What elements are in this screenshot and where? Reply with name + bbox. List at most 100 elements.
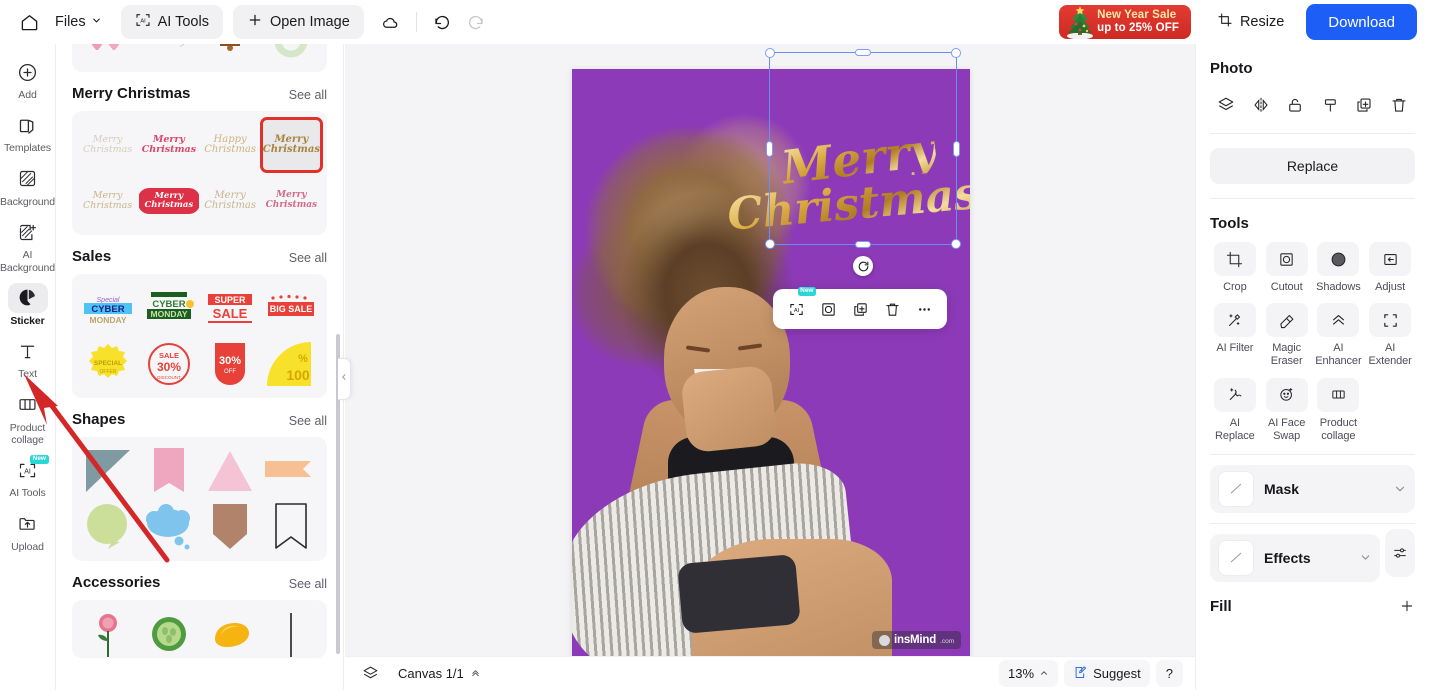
rotate-handle[interactable] <box>853 256 873 276</box>
tool-ai-extender[interactable]: AI Extender <box>1365 303 1415 373</box>
resize-handle-left-center[interactable] <box>766 140 773 157</box>
list-item[interactable] <box>139 445 198 497</box>
files-menu[interactable]: Files <box>46 8 111 36</box>
effects-row[interactable]: Effects <box>1210 533 1380 582</box>
cloud-sync-icon[interactable] <box>374 5 408 39</box>
list-item[interactable]: 30% OFF <box>201 338 260 390</box>
resize-handle-bottom-center[interactable] <box>855 241 871 248</box>
list-item[interactable] <box>139 608 198 658</box>
sidebar-item-ai-tools[interactable]: AI New AI Tools <box>1 452 55 503</box>
home-icon[interactable] <box>12 5 46 39</box>
chevron-down-icon[interactable] <box>1359 551 1372 564</box>
sidebar-item-add[interactable]: Add <box>1 54 55 105</box>
sidebar-item-sticker[interactable]: Sticker <box>1 280 55 331</box>
list-item[interactable]: SALE 30% DISCOUNT <box>139 338 198 390</box>
resize-handle-top-left[interactable] <box>765 48 775 58</box>
list-item[interactable] <box>201 445 260 497</box>
layers-icon[interactable] <box>1212 91 1240 119</box>
list-item[interactable] <box>78 608 137 658</box>
delete-button[interactable] <box>877 294 907 324</box>
list-item[interactable]: % 100 <box>262 338 321 390</box>
see-all-sales[interactable]: See all <box>289 251 327 265</box>
list-item[interactable]: Merry Christmas <box>78 175 137 227</box>
list-item[interactable] <box>78 501 137 553</box>
download-button[interactable]: Download <box>1306 4 1417 40</box>
list-item[interactable] <box>78 445 137 497</box>
see-all-merry-christmas[interactable]: See all <box>289 88 327 102</box>
list-item[interactable]: Special CYBER MONDAY <box>78 282 137 334</box>
replace-button[interactable]: Replace <box>1210 148 1415 184</box>
tool-ai-filter[interactable]: AI Filter <box>1210 303 1260 373</box>
duplicate-icon[interactable] <box>1350 91 1378 119</box>
list-item[interactable] <box>201 501 260 553</box>
new-year-sale-banner[interactable]: New Year Sale up to 25% OFF <box>1059 5 1191 39</box>
flip-icon[interactable] <box>1247 91 1275 119</box>
list-item[interactable]: Merry Christmas <box>262 175 321 227</box>
redo-icon[interactable] <box>459 5 493 39</box>
list-item[interactable]: Merry Christmas <box>139 175 199 227</box>
tool-magic-eraser[interactable]: Magic Eraser <box>1262 303 1312 373</box>
mask-section[interactable]: Mask <box>1210 464 1415 513</box>
tool-ai-replace[interactable]: AI Replace <box>1210 377 1260 448</box>
cutout-button[interactable] <box>813 294 843 324</box>
layers-icon[interactable] <box>357 661 383 687</box>
list-item[interactable] <box>262 608 321 658</box>
panel-collapse-button[interactable] <box>338 358 351 400</box>
see-all-accessories[interactable]: See all <box>289 577 327 591</box>
list-item[interactable] <box>262 501 321 553</box>
sliders-icon[interactable] <box>1385 528 1415 577</box>
plus-icon[interactable] <box>1399 598 1415 614</box>
list-item[interactable] <box>201 608 260 658</box>
tool-shadows[interactable]: Shadows <box>1314 242 1364 299</box>
chevron-down-icon[interactable] <box>1393 482 1407 496</box>
selection-frame[interactable] <box>765 48 961 276</box>
list-item-selected[interactable]: Merry Christmas <box>259 117 324 173</box>
undo-icon[interactable] <box>425 5 459 39</box>
sidebar-item-background[interactable]: Background <box>0 161 55 212</box>
lock-icon[interactable] <box>1281 91 1309 119</box>
resize-handle-top-right[interactable] <box>951 48 961 58</box>
sidebar-item-templates[interactable]: Templates <box>1 107 55 158</box>
list-item[interactable]: Merry Christmas <box>201 175 260 227</box>
resize-button[interactable]: Resize <box>1205 5 1296 39</box>
resize-handle-bottom-right[interactable] <box>951 239 961 249</box>
ai-tools-button[interactable]: AI New <box>781 287 816 324</box>
list-item[interactable] <box>262 44 321 66</box>
list-item[interactable]: SPECIAL OFFER <box>78 338 137 390</box>
resize-handle-top-center[interactable] <box>855 49 871 56</box>
list-item[interactable] <box>139 501 198 553</box>
sidebar-item-upload[interactable]: Upload <box>1 506 55 557</box>
tool-product-collage[interactable]: Product collage <box>1314 377 1364 448</box>
list-item[interactable]: Merry Christmas <box>78 119 137 171</box>
tool-cutout[interactable]: Cutout <box>1262 242 1312 299</box>
tool-ai-face-swap[interactable]: AI Face Swap <box>1262 377 1312 448</box>
list-item[interactable]: Merry <box>139 44 198 66</box>
resize-handle-right-center[interactable] <box>953 140 960 157</box>
tool-ai-enhancer[interactable]: AI Enhancer <box>1314 303 1364 373</box>
trash-icon[interactable] <box>1385 91 1413 119</box>
canvas-area[interactable]: Merry Christmas insMind .com AI New <box>345 44 1195 690</box>
ai-tools-button[interactable]: AI AI Tools <box>120 5 223 39</box>
sidebar-item-product-collage[interactable]: Product collage <box>1 387 55 451</box>
zoom-control[interactable]: 13% <box>999 660 1059 687</box>
list-item[interactable]: Happy Christmas <box>201 119 260 171</box>
list-item[interactable]: BIG SALE <box>262 282 321 334</box>
see-all-shapes[interactable]: See all <box>289 414 327 428</box>
duplicate-button[interactable] <box>845 294 875 324</box>
list-item[interactable]: CYBER MONDAY <box>139 282 198 334</box>
sticker-panel-scroll[interactable]: Merry Merry Christmas See all MerryChris… <box>56 44 343 690</box>
more-options-button[interactable] <box>909 294 939 324</box>
open-image-button[interactable]: Open Image <box>232 5 364 39</box>
list-item[interactable]: SUPER SALE <box>201 282 260 334</box>
eyedropper-icon[interactable] <box>1316 91 1344 119</box>
list-item[interactable] <box>201 44 260 66</box>
sidebar-item-ai-background[interactable]: AI Background <box>0 214 55 278</box>
list-item[interactable] <box>78 44 137 66</box>
tool-adjust[interactable]: Adjust <box>1365 242 1415 299</box>
tool-crop[interactable]: Crop <box>1210 242 1260 299</box>
resize-handle-bottom-left[interactable] <box>765 239 775 249</box>
canvas-pages-button[interactable]: Canvas 1/1 <box>389 661 490 687</box>
help-button[interactable]: ? <box>1155 660 1183 687</box>
suggest-button[interactable]: Suggest <box>1064 660 1150 687</box>
list-item[interactable] <box>262 445 321 497</box>
